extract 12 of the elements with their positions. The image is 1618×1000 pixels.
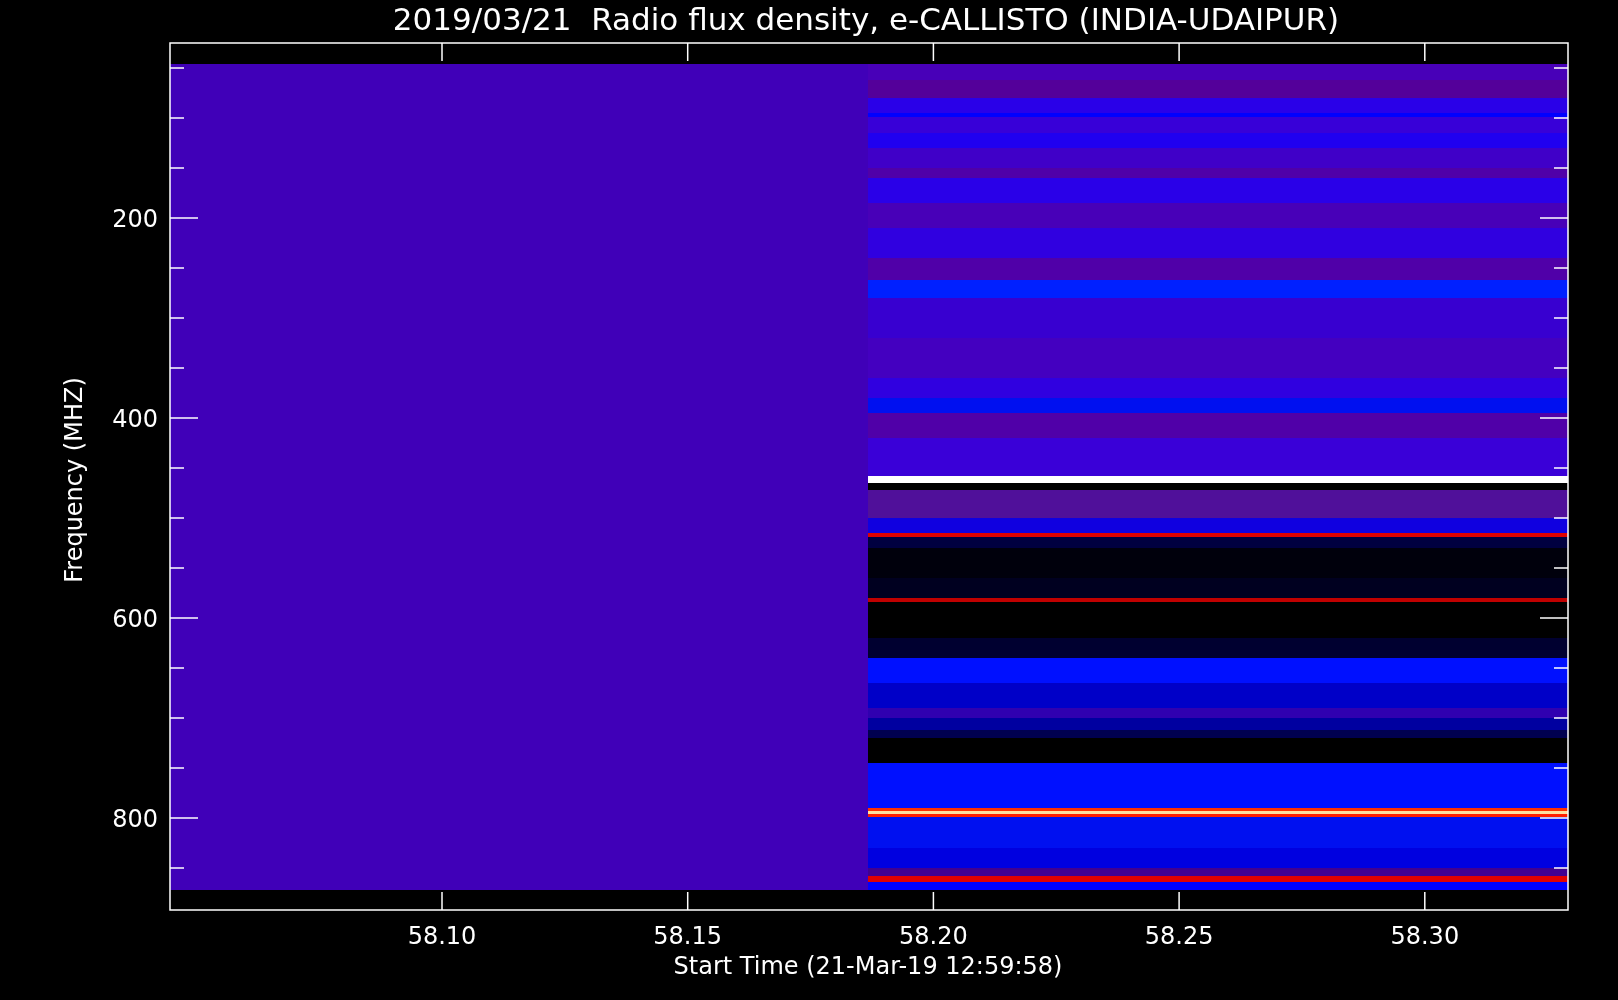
x-tick-label: 58.15 [653,922,723,950]
y-tick-label: 200 [112,205,158,233]
x-tick-label: 58.30 [1390,922,1460,950]
y-tick-label: 400 [112,405,158,433]
y-axis-label: Frequency (MHZ) [60,377,88,583]
x-tick-label: 58.20 [899,922,968,950]
chart-title: 2019/03/21 Radio flux density, e-CALLISTO (INDIA-UDAIPUR) [392,1,1340,37]
y-tick-label: 800 [112,805,158,833]
x-axis-label: Start Time (21-Mar-19 12:59:58) [673,952,1063,980]
x-tick-label: 58.25 [1144,922,1214,950]
x-tick-label: 58.10 [407,922,477,950]
y-tick-label: 600 [112,605,158,633]
